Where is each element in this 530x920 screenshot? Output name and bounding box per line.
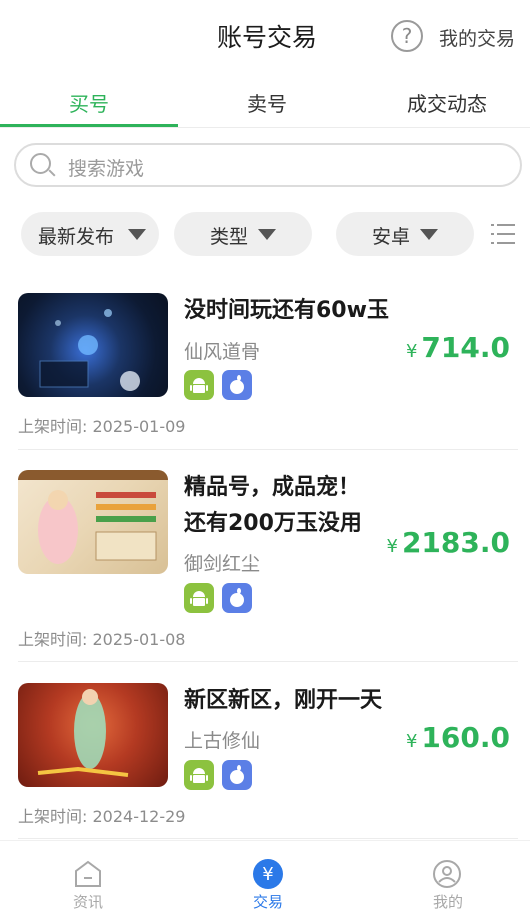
listing-date: 上架时间: 2025-01-09 xyxy=(18,417,186,436)
profile-icon xyxy=(433,860,461,888)
listing-price: ¥160.0 xyxy=(406,721,510,754)
listing-date: 上架时间: 2024-12-29 xyxy=(18,807,186,826)
android-icon xyxy=(184,583,214,613)
listing-price-value: 160.0 xyxy=(421,721,510,754)
my-trades-link[interactable]: 我的交易 xyxy=(439,24,515,51)
currency-symbol: ¥ xyxy=(386,536,398,557)
divider xyxy=(18,838,518,839)
chevron-down-icon xyxy=(128,229,146,240)
filter-sort[interactable]: 最新发布 xyxy=(21,212,159,256)
filter-platform-label: 安卓 xyxy=(372,226,411,248)
apple-icon xyxy=(222,583,252,613)
nav-news-label: 资讯 xyxy=(72,893,103,911)
filter-type[interactable]: 类型 xyxy=(174,212,312,256)
bottom-nav: 资讯 ¥ 交易 我的 xyxy=(0,840,530,920)
nav-trade-label: 交易 xyxy=(252,893,283,911)
active-tab-indicator xyxy=(0,124,178,127)
top-header: 账号交易 ? 我的交易 xyxy=(0,0,530,74)
divider xyxy=(18,449,518,450)
tab-sell[interactable]: 卖号 xyxy=(178,88,356,117)
listing-price-value: 714.0 xyxy=(421,331,510,364)
listing-title: 新区新区，刚开一天 xyxy=(184,688,383,713)
trade-yen-icon: ¥ xyxy=(253,859,283,889)
listing-date: 上架时间: 2025-01-08 xyxy=(18,630,186,649)
search-icon xyxy=(30,153,56,177)
list-view-icon[interactable] xyxy=(491,222,515,246)
listing-game-name: 御剑红尘 xyxy=(184,553,261,575)
apple-icon xyxy=(222,760,252,790)
search-input[interactable]: 搜索游戏 xyxy=(14,143,522,187)
currency-symbol: ¥ xyxy=(405,341,418,362)
filter-platform[interactable]: 安卓 xyxy=(336,212,474,256)
android-icon xyxy=(184,370,214,400)
svg-text:¥: ¥ xyxy=(262,864,273,885)
currency-symbol: ¥ xyxy=(405,731,418,752)
news-icon xyxy=(75,860,101,887)
listing-thumbnail xyxy=(18,470,168,574)
android-icon xyxy=(184,760,214,790)
listing-price: ¥2183.0 xyxy=(386,526,510,559)
listing-game-name: 仙风道骨 xyxy=(184,341,261,363)
listing-title-line-2: 还有200万玉没用 xyxy=(184,511,362,536)
listing-thumbnail xyxy=(18,293,168,397)
search-placeholder: 搜索游戏 xyxy=(68,158,145,180)
nav-news[interactable]: 资讯 xyxy=(38,841,138,920)
tab-buy[interactable]: 买号 xyxy=(0,88,178,117)
chevron-down-icon xyxy=(258,229,276,240)
listing-game-name: 上古修仙 xyxy=(184,730,261,752)
tab-deals[interactable]: 成交动态 xyxy=(358,88,530,117)
tab-bar: 买号 卖号 成交动态 xyxy=(0,74,530,128)
listing-thumbnail xyxy=(18,683,168,787)
nav-mine[interactable]: 我的 xyxy=(398,841,498,920)
chevron-down-icon xyxy=(420,229,438,240)
question-circle-icon[interactable]: ? xyxy=(391,20,423,52)
divider xyxy=(18,661,518,662)
listing-title: 没时间玩还有60w玉 xyxy=(184,298,389,323)
listing-price: ¥714.0 xyxy=(406,331,510,364)
nav-mine-label: 我的 xyxy=(432,893,463,911)
listing-price-value: 2183.0 xyxy=(401,526,510,559)
nav-trade[interactable]: ¥ 交易 xyxy=(218,841,318,920)
apple-icon xyxy=(222,370,252,400)
filter-sort-label: 最新发布 xyxy=(38,226,115,248)
listing-title-line-1: 精品号，成品宠！ xyxy=(184,475,361,500)
filter-type-label: 类型 xyxy=(210,226,249,248)
